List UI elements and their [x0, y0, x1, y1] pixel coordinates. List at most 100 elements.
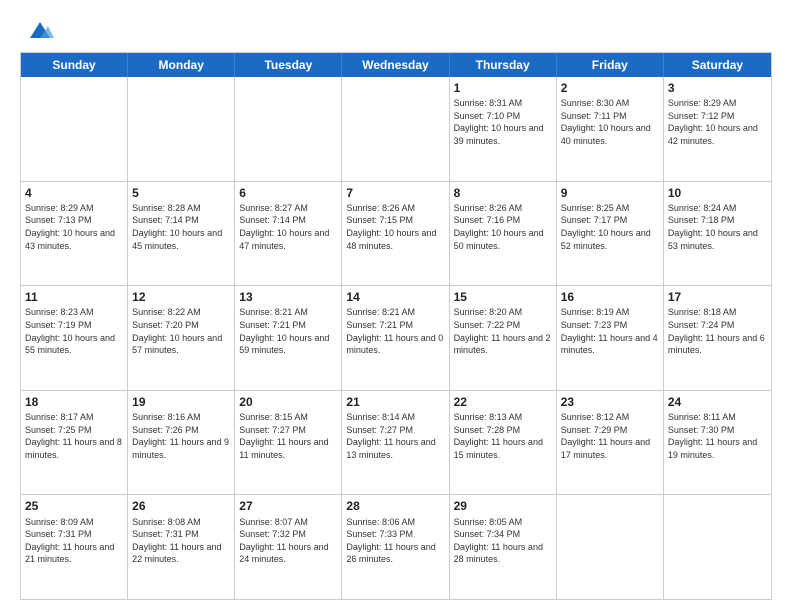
- calendar-cell: 14Sunrise: 8:21 AM Sunset: 7:21 PM Dayli…: [342, 286, 449, 390]
- logo: [20, 16, 54, 44]
- calendar-cell: 3Sunrise: 8:29 AM Sunset: 7:12 PM Daylig…: [664, 77, 771, 181]
- calendar-cell: [664, 495, 771, 599]
- day-number: 8: [454, 185, 552, 201]
- calendar-cell: [128, 77, 235, 181]
- calendar-week: 18Sunrise: 8:17 AM Sunset: 7:25 PM Dayli…: [21, 391, 771, 496]
- day-number: 19: [132, 394, 230, 410]
- day-number: 16: [561, 289, 659, 305]
- day-number: 14: [346, 289, 444, 305]
- cell-info: Sunrise: 8:29 AM Sunset: 7:12 PM Dayligh…: [668, 97, 767, 147]
- calendar-cell: 13Sunrise: 8:21 AM Sunset: 7:21 PM Dayli…: [235, 286, 342, 390]
- day-number: 28: [346, 498, 444, 514]
- cell-info: Sunrise: 8:16 AM Sunset: 7:26 PM Dayligh…: [132, 411, 230, 461]
- cell-info: Sunrise: 8:09 AM Sunset: 7:31 PM Dayligh…: [25, 516, 123, 566]
- calendar-day-header: Tuesday: [235, 53, 342, 77]
- cell-info: Sunrise: 8:29 AM Sunset: 7:13 PM Dayligh…: [25, 202, 123, 252]
- cell-info: Sunrise: 8:06 AM Sunset: 7:33 PM Dayligh…: [346, 516, 444, 566]
- day-number: 24: [668, 394, 767, 410]
- cell-info: Sunrise: 8:27 AM Sunset: 7:14 PM Dayligh…: [239, 202, 337, 252]
- calendar-day-header: Saturday: [664, 53, 771, 77]
- day-number: 20: [239, 394, 337, 410]
- day-number: 11: [25, 289, 123, 305]
- cell-info: Sunrise: 8:21 AM Sunset: 7:21 PM Dayligh…: [239, 306, 337, 356]
- calendar-cell: 6Sunrise: 8:27 AM Sunset: 7:14 PM Daylig…: [235, 182, 342, 286]
- cell-info: Sunrise: 8:17 AM Sunset: 7:25 PM Dayligh…: [25, 411, 123, 461]
- calendar-cell: 7Sunrise: 8:26 AM Sunset: 7:15 PM Daylig…: [342, 182, 449, 286]
- calendar-cell: 29 Sunrise: 8:05 AM Sunset: 7:34 PM Dayli…: [450, 495, 557, 599]
- day-number: 26: [132, 498, 230, 514]
- calendar-cell: 10Sunrise: 8:24 AM Sunset: 7:18 PM Dayli…: [664, 182, 771, 286]
- cell-info: Sunrise: 8:20 AM Sunset: 7:22 PM Dayligh…: [454, 306, 552, 356]
- calendar-cell: 17Sunrise: 8:18 AM Sunset: 7:24 PM Dayli…: [664, 286, 771, 390]
- day-number: 23: [561, 394, 659, 410]
- cell-info: Sunrise: 8:05 AM Sunset: 7:34 PM Dayligh…: [454, 516, 552, 566]
- calendar-week: 25Sunrise: 8:09 AM Sunset: 7:31 PM Dayli…: [21, 495, 771, 599]
- day-number: 17: [668, 289, 767, 305]
- calendar-day-header: Wednesday: [342, 53, 449, 77]
- day-number: 22: [454, 394, 552, 410]
- calendar-cell: 5Sunrise: 8:28 AM Sunset: 7:14 PM Daylig…: [128, 182, 235, 286]
- calendar-cell: 15Sunrise: 8:20 AM Sunset: 7:22 PM Dayli…: [450, 286, 557, 390]
- day-number: 3: [668, 80, 767, 96]
- cell-info: Sunrise: 8:14 AM Sunset: 7:27 PM Dayligh…: [346, 411, 444, 461]
- calendar-cell: 23Sunrise: 8:12 AM Sunset: 7:29 PM Dayli…: [557, 391, 664, 495]
- calendar-header: SundayMondayTuesdayWednesdayThursdayFrid…: [21, 53, 771, 77]
- calendar-week: 1Sunrise: 8:31 AM Sunset: 7:10 PM Daylig…: [21, 77, 771, 182]
- calendar-cell: 22Sunrise: 8:13 AM Sunset: 7:28 PM Dayli…: [450, 391, 557, 495]
- calendar-week: 11Sunrise: 8:23 AM Sunset: 7:19 PM Dayli…: [21, 286, 771, 391]
- calendar-week: 4Sunrise: 8:29 AM Sunset: 7:13 PM Daylig…: [21, 182, 771, 287]
- header: [20, 16, 772, 44]
- calendar-cell: 1Sunrise: 8:31 AM Sunset: 7:10 PM Daylig…: [450, 77, 557, 181]
- cell-info: Sunrise: 8:30 AM Sunset: 7:11 PM Dayligh…: [561, 97, 659, 147]
- calendar-cell: 24Sunrise: 8:11 AM Sunset: 7:30 PM Dayli…: [664, 391, 771, 495]
- cell-info: Sunrise: 8:11 AM Sunset: 7:30 PM Dayligh…: [668, 411, 767, 461]
- day-number: 6: [239, 185, 337, 201]
- day-number: 9: [561, 185, 659, 201]
- cell-info: Sunrise: 8:31 AM Sunset: 7:10 PM Dayligh…: [454, 97, 552, 147]
- day-number: 12: [132, 289, 230, 305]
- day-number: 29: [454, 498, 552, 514]
- cell-info: Sunrise: 8:23 AM Sunset: 7:19 PM Dayligh…: [25, 306, 123, 356]
- calendar-cell: [235, 77, 342, 181]
- calendar-cell: 20Sunrise: 8:15 AM Sunset: 7:27 PM Dayli…: [235, 391, 342, 495]
- calendar-day-header: Sunday: [21, 53, 128, 77]
- day-number: 2: [561, 80, 659, 96]
- cell-info: Sunrise: 8:07 AM Sunset: 7:32 PM Dayligh…: [239, 516, 337, 566]
- calendar-cell: 2Sunrise: 8:30 AM Sunset: 7:11 PM Daylig…: [557, 77, 664, 181]
- calendar-cell: 8Sunrise: 8:26 AM Sunset: 7:16 PM Daylig…: [450, 182, 557, 286]
- calendar-cell: 28 Sunrise: 8:06 AM Sunset: 7:33 PM Dayli…: [342, 495, 449, 599]
- cell-info: Sunrise: 8:24 AM Sunset: 7:18 PM Dayligh…: [668, 202, 767, 252]
- day-number: 1: [454, 80, 552, 96]
- cell-info: Sunrise: 8:22 AM Sunset: 7:20 PM Dayligh…: [132, 306, 230, 356]
- calendar-cell: 18Sunrise: 8:17 AM Sunset: 7:25 PM Dayli…: [21, 391, 128, 495]
- calendar-body: 1Sunrise: 8:31 AM Sunset: 7:10 PM Daylig…: [21, 77, 771, 599]
- calendar-day-header: Thursday: [450, 53, 557, 77]
- calendar: SundayMondayTuesdayWednesdayThursdayFrid…: [20, 52, 772, 600]
- day-number: 15: [454, 289, 552, 305]
- calendar-cell: 19Sunrise: 8:16 AM Sunset: 7:26 PM Dayli…: [128, 391, 235, 495]
- cell-info: Sunrise: 8:26 AM Sunset: 7:16 PM Dayligh…: [454, 202, 552, 252]
- cell-info: Sunrise: 8:25 AM Sunset: 7:17 PM Dayligh…: [561, 202, 659, 252]
- day-number: 18: [25, 394, 123, 410]
- calendar-cell: [342, 77, 449, 181]
- calendar-cell: 21Sunrise: 8:14 AM Sunset: 7:27 PM Dayli…: [342, 391, 449, 495]
- day-number: 7: [346, 185, 444, 201]
- calendar-cell: 25Sunrise: 8:09 AM Sunset: 7:31 PM Dayli…: [21, 495, 128, 599]
- calendar-day-header: Friday: [557, 53, 664, 77]
- calendar-cell: 9Sunrise: 8:25 AM Sunset: 7:17 PM Daylig…: [557, 182, 664, 286]
- cell-info: Sunrise: 8:13 AM Sunset: 7:28 PM Dayligh…: [454, 411, 552, 461]
- calendar-cell: 27Sunrise: 8:07 AM Sunset: 7:32 PM Dayli…: [235, 495, 342, 599]
- cell-info: Sunrise: 8:19 AM Sunset: 7:23 PM Dayligh…: [561, 306, 659, 356]
- logo-icon: [26, 16, 54, 44]
- calendar-cell: 16Sunrise: 8:19 AM Sunset: 7:23 PM Dayli…: [557, 286, 664, 390]
- day-number: 4: [25, 185, 123, 201]
- calendar-cell: [21, 77, 128, 181]
- day-number: 5: [132, 185, 230, 201]
- calendar-cell: 12Sunrise: 8:22 AM Sunset: 7:20 PM Dayli…: [128, 286, 235, 390]
- day-number: 13: [239, 289, 337, 305]
- day-number: 21: [346, 394, 444, 410]
- cell-info: Sunrise: 8:26 AM Sunset: 7:15 PM Dayligh…: [346, 202, 444, 252]
- calendar-cell: 26Sunrise: 8:08 AM Sunset: 7:31 PM Dayli…: [128, 495, 235, 599]
- calendar-cell: [557, 495, 664, 599]
- day-number: 10: [668, 185, 767, 201]
